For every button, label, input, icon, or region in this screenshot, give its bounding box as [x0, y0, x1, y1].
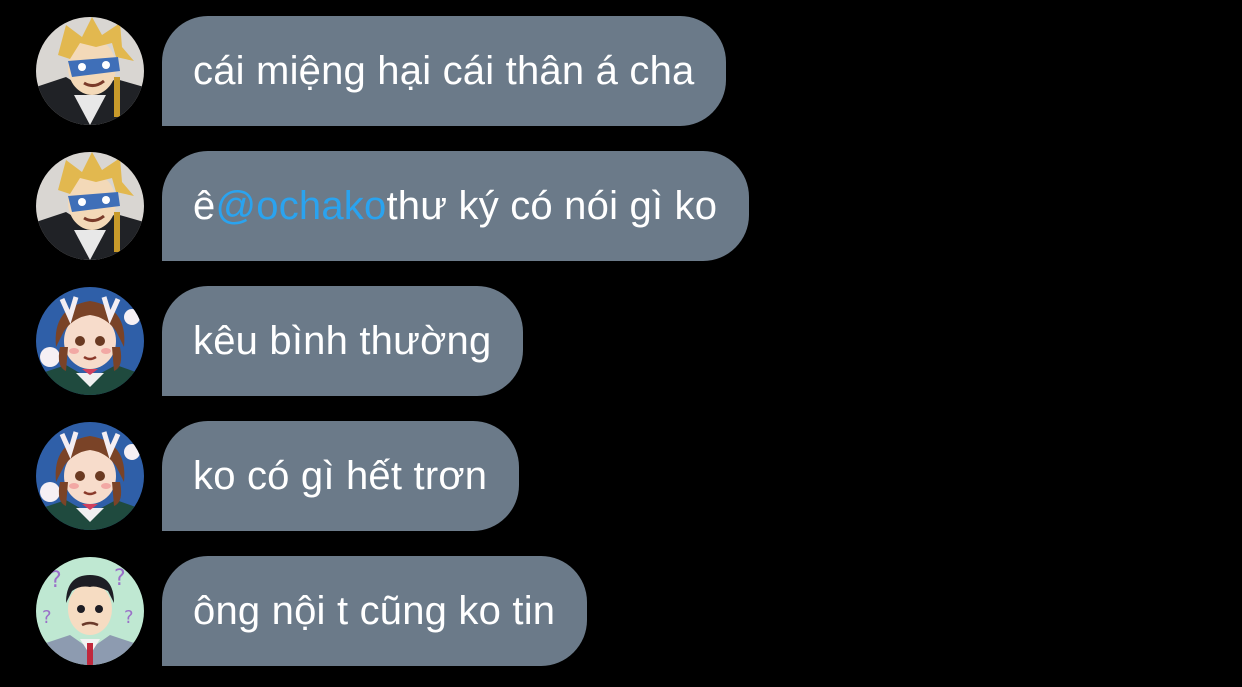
message-bubble: ko có gì hết trơn	[162, 421, 520, 531]
svg-text:?: ?	[42, 607, 52, 628]
message-row: ê @ochako thư ký có nói gì ko	[36, 151, 750, 261]
svg-text:?: ?	[114, 566, 126, 591]
message-row: ? ? ? ? ông nội t cũng ko tin	[36, 556, 588, 666]
message-row: cái miệng hại cái thân á cha	[36, 16, 727, 126]
svg-text:?: ?	[50, 568, 62, 593]
message-row: ko có gì hết trơn	[36, 421, 520, 531]
brown-hair-girl-avatar[interactable]	[36, 287, 144, 395]
message-suffix: thư ký có nói gì ko	[386, 183, 718, 228]
brown-hair-girl-avatar[interactable]	[36, 422, 144, 530]
svg-text:?: ?	[124, 607, 134, 628]
black-hair-boy-avatar[interactable]: ? ? ? ?	[36, 557, 144, 665]
message-row: kêu bình thường	[36, 286, 524, 396]
message-text: cái miệng hại cái thân á cha	[193, 48, 695, 93]
message-bubble: ê @ochako thư ký có nói gì ko	[162, 151, 750, 261]
message-bubble: cái miệng hại cái thân á cha	[162, 16, 727, 126]
message-bubble: kêu bình thường	[162, 286, 524, 396]
message-text: kêu bình thường	[193, 318, 492, 363]
blonde-boy-avatar[interactable]	[36, 17, 144, 125]
message-text: ông nội t cũng ko tin	[193, 588, 556, 633]
message-text: ko có gì hết trơn	[193, 453, 488, 498]
message-prefix: ê	[193, 183, 216, 228]
blonde-boy-avatar[interactable]	[36, 152, 144, 260]
mention-link[interactable]: @ochako	[215, 184, 386, 229]
message-bubble: ông nội t cũng ko tin	[162, 556, 588, 666]
chat-message-list: cái miệng hại cái thân á cha ê @ochako t…	[0, 0, 1242, 687]
